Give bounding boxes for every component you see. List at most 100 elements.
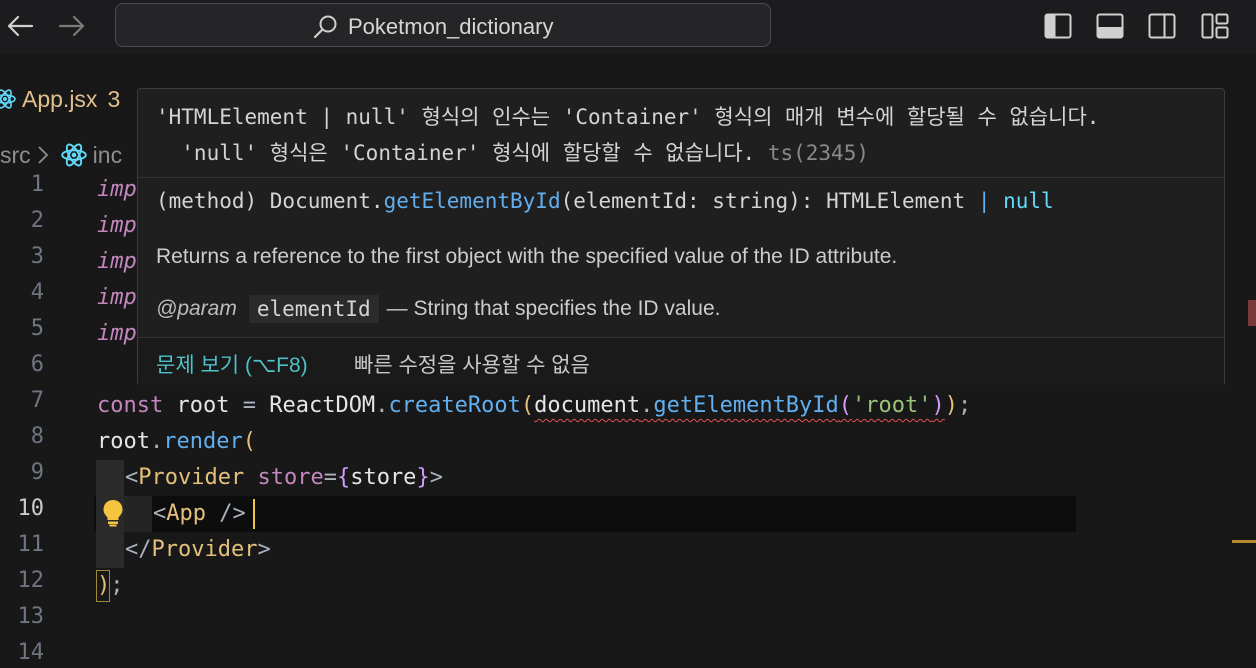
bracket: ) xyxy=(944,393,959,418)
function-name: render xyxy=(163,429,243,454)
customize-layout-button[interactable] xyxy=(1200,11,1230,41)
identifier: store xyxy=(350,465,417,490)
param-name: elementId xyxy=(248,295,379,323)
breadcrumb-file[interactable]: inc xyxy=(93,142,122,169)
layout-grid-icon xyxy=(1201,13,1229,39)
line-number: 1 xyxy=(30,172,44,197)
panel-bottom-icon xyxy=(1096,13,1124,39)
react-icon xyxy=(60,143,87,167)
overview-ruler-marker xyxy=(1232,540,1256,543)
back-button[interactable] xyxy=(2,8,38,44)
text-cursor xyxy=(253,499,255,529)
punctuation: = xyxy=(323,465,337,490)
toggle-primary-sidebar-button[interactable] xyxy=(1043,11,1073,41)
identifier: root xyxy=(176,393,230,418)
operator: = xyxy=(229,393,270,418)
punctuation: . xyxy=(149,429,164,454)
string-literal: 'root' xyxy=(852,393,932,418)
line-number: 7 xyxy=(30,388,44,413)
indent-guide xyxy=(124,496,152,532)
bracket: { xyxy=(336,465,351,490)
chevron-right-icon xyxy=(38,146,48,164)
bracket: ( xyxy=(838,393,853,418)
punctuation: > xyxy=(257,537,271,562)
line-number: 5 xyxy=(30,316,44,341)
punctuation: </ xyxy=(125,537,152,562)
line-number: 11 xyxy=(17,532,45,557)
forward-button[interactable] xyxy=(54,8,90,44)
code-line-7: const root = ReactDOM.createRoot(documen… xyxy=(97,388,971,424)
view-problem-link[interactable]: 문제 보기 (⌥F8) xyxy=(156,349,308,379)
hover-tooltip: 'HTMLElement | null' 형식의 인수는 'Container'… xyxy=(137,88,1225,386)
error-code: ts(2345) xyxy=(767,141,869,165)
import-keyword: imp xyxy=(97,177,137,202)
method-description: Returns a reference to the first object … xyxy=(156,245,898,268)
code-line-12: ); xyxy=(97,568,124,604)
import-keyword: imp xyxy=(97,321,137,346)
error-message-line1: 'HTMLElement | null' 형식의 인수는 'Container'… xyxy=(156,105,1100,129)
breadcrumb: src inc xyxy=(0,138,122,172)
param-description: — String that specifies the ID value. xyxy=(386,297,721,320)
punctuation: < xyxy=(153,501,167,526)
sidebar-right-icon xyxy=(1148,13,1176,39)
param-tag: @param xyxy=(156,297,237,320)
bracket: ) xyxy=(931,393,945,418)
line-number: 9 xyxy=(30,460,44,485)
line-number: 6 xyxy=(30,352,44,377)
punctuation: > xyxy=(429,465,443,490)
lightbulb-icon[interactable] xyxy=(102,499,124,527)
punctuation: /> xyxy=(206,501,246,526)
line-number: 13 xyxy=(17,604,45,629)
method-signature: (method) Document.getElementById(element… xyxy=(156,189,1054,213)
identifier: ReactDOM xyxy=(269,393,376,418)
import-keyword: imp xyxy=(97,285,137,310)
code-line-8: root.render( xyxy=(97,424,256,460)
line-number: 3 xyxy=(30,244,44,269)
line-number: 14 xyxy=(17,640,45,665)
error-message-line2: 'null' 형식은 'Container' 형식에 할당할 수 없습니다. xyxy=(156,141,768,165)
function-name: createRoot xyxy=(388,393,521,418)
jsx-tag: App xyxy=(166,501,206,526)
overview-ruler-error-marker xyxy=(1248,300,1256,326)
line-number: 4 xyxy=(30,280,44,305)
punctuation: ; xyxy=(110,573,124,598)
bracket: } xyxy=(416,465,430,490)
punctuation: . xyxy=(375,393,389,418)
arrow-right-icon xyxy=(58,15,85,37)
arrow-left-icon xyxy=(7,15,34,37)
code-line-9: <Provider store={store}> xyxy=(125,460,443,496)
bracket: ( xyxy=(520,393,535,418)
import-keyword: imp xyxy=(97,213,137,238)
signature-null: null xyxy=(990,189,1054,213)
no-quick-fix-label: 빠른 수정을 사용할 수 없음 xyxy=(354,354,590,377)
jsx-attribute: store xyxy=(257,465,324,490)
punctuation: . xyxy=(640,393,654,418)
error-message: 'HTMLElement | null' 형식의 인수는 'Container'… xyxy=(156,99,1216,171)
import-keyword: imp xyxy=(97,249,137,274)
tab-app-jsx[interactable]: App.jsx 3 xyxy=(0,82,120,116)
toggle-secondary-sidebar-button[interactable] xyxy=(1147,11,1177,41)
code-line-4: imp xyxy=(97,280,137,316)
code-line-5: imp xyxy=(97,316,137,352)
command-center-search[interactable]: Poketmon_dictionary xyxy=(115,3,771,47)
line-number: 2 xyxy=(30,208,44,233)
identifier: root xyxy=(97,429,150,454)
jsx-tag: Provider xyxy=(138,465,245,490)
bracket: ( xyxy=(242,429,256,454)
breadcrumb-folder[interactable]: src xyxy=(0,142,31,169)
tab-label: App.jsx xyxy=(22,85,98,112)
function-name: getElementById xyxy=(653,393,839,418)
toggle-panel-button[interactable] xyxy=(1095,11,1125,41)
line-number-active: 10 xyxy=(17,496,45,521)
code-line-3: imp xyxy=(97,244,137,280)
error-squiggle[interactable]: document.getElementById('root') xyxy=(534,393,945,418)
code-line-1: imp xyxy=(97,172,137,208)
react-icon xyxy=(0,89,16,109)
line-number: 12 xyxy=(17,568,45,593)
identifier: document xyxy=(534,393,641,418)
code-line-10: <App /> xyxy=(153,496,246,532)
tab-problem-count: 3 xyxy=(107,85,121,112)
signature-prefix: (method) Document. xyxy=(156,189,384,213)
title-bar: Poketmon_dictionary xyxy=(0,0,1256,54)
jsx-tag: Provider xyxy=(151,537,258,562)
